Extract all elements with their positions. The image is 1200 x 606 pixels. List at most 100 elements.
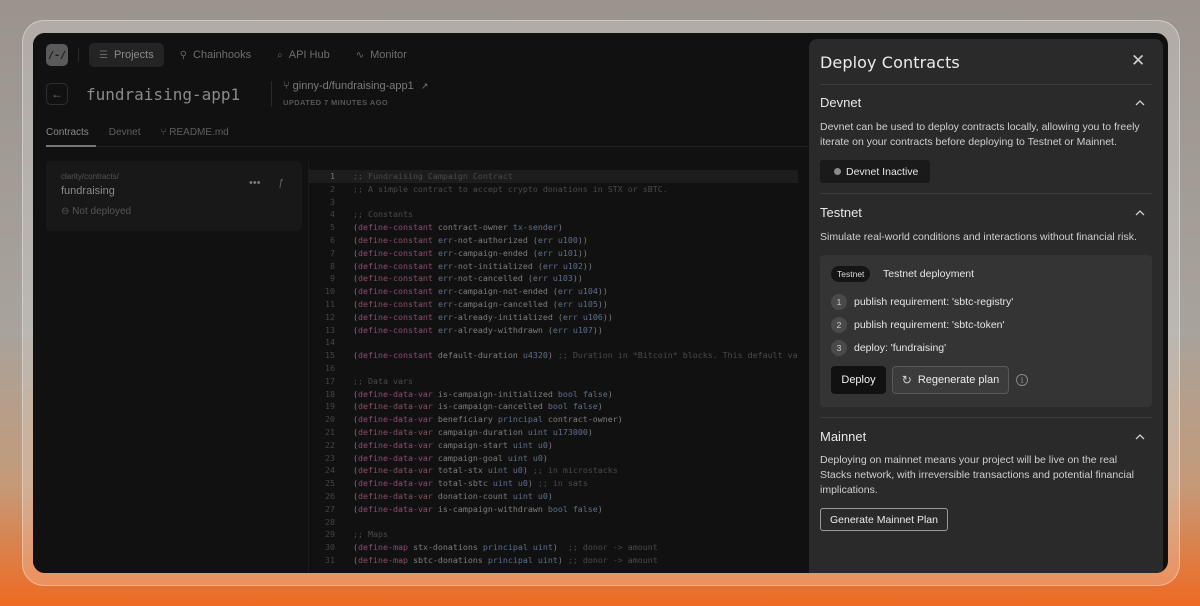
step-number: 2 bbox=[831, 317, 847, 333]
function-icon[interactable]: ƒ bbox=[278, 178, 284, 189]
generate-mainnet-plan-button[interactable]: Generate Mainnet Plan bbox=[820, 508, 948, 531]
line-content: (define-constant err-not-cancelled (err … bbox=[353, 273, 583, 284]
deploy-button[interactable]: Deploy bbox=[831, 366, 886, 394]
line-number: 26 bbox=[325, 490, 335, 501]
line-number: 30 bbox=[325, 542, 335, 553]
mainnet-description: Deploying on mainnet means your project … bbox=[820, 454, 1134, 496]
devnet-description: Devnet can be used to deploy contracts l… bbox=[820, 121, 1140, 148]
tabs-divider bbox=[46, 146, 809, 147]
code-line: 17 ;; Data vars bbox=[309, 375, 798, 388]
line-number: 4 bbox=[330, 209, 335, 220]
nav-projects[interactable]: ☰ Projects bbox=[89, 43, 164, 67]
chevron-up-icon[interactable] bbox=[1135, 432, 1145, 442]
line-number: 16 bbox=[325, 362, 335, 373]
line-number: 24 bbox=[325, 465, 335, 476]
line-number: 15 bbox=[325, 350, 335, 361]
code-line: 21 (define-data-var campaign-duration uin… bbox=[309, 426, 798, 439]
code-line: 15 (define-constant default-duration u432… bbox=[309, 349, 798, 362]
line-number: 19 bbox=[325, 401, 335, 412]
step-number: 3 bbox=[831, 340, 847, 356]
nav-monitor[interactable]: ∿ Monitor bbox=[346, 43, 417, 67]
line-content: ;; Fundraising Campaign Contract bbox=[353, 171, 513, 181]
project-view: /-/ ☰ Projects ⚲ Chainhooks ⌕ API Hub ∿ … bbox=[33, 33, 809, 573]
chevron-up-icon[interactable] bbox=[1135, 208, 1145, 218]
code-line: 8 (define-constant err-not-initialized (e… bbox=[309, 260, 798, 273]
line-content: (define-constant contract-owner tx-sende… bbox=[353, 222, 563, 233]
line-number: 1 bbox=[330, 171, 335, 181]
code-line: 4 ;; Constants bbox=[309, 208, 798, 221]
pulse-icon: ∿ bbox=[355, 49, 365, 61]
line-number: 17 bbox=[325, 375, 335, 386]
line-number: 6 bbox=[330, 234, 335, 245]
line-content: (define-constant err-already-initialized… bbox=[353, 311, 613, 322]
line-content: (define-data-var campaign-goal uint u0) bbox=[353, 452, 548, 463]
code-line: 31 (define-map sbtc-donations principal u… bbox=[309, 554, 798, 567]
repo-link[interactable]: ⑂ ginny-d/fundraising-app1 ↗ bbox=[283, 80, 428, 92]
line-content: (define-constant err-campaign-ended (err… bbox=[353, 247, 588, 258]
file-name: fundraising bbox=[61, 185, 115, 197]
line-content: ;; Maps bbox=[353, 529, 388, 540]
code-line: 20 (define-data-var beneficiary principal… bbox=[309, 413, 798, 426]
nav-api-hub[interactable]: ⌕ API Hub bbox=[267, 43, 340, 67]
code-line: 12 (define-constant err-already-initializ… bbox=[309, 311, 798, 324]
back-button[interactable]: ← bbox=[46, 83, 68, 105]
code-line: 27 (define-data-var is-campaign-withdrawn… bbox=[309, 503, 798, 516]
code-line: 13 (define-constant err-already-withdrawn… bbox=[309, 324, 798, 337]
top-nav: /-/ ☰ Projects ⚲ Chainhooks ⌕ API Hub ∿ … bbox=[46, 42, 417, 68]
chevron-up-icon[interactable] bbox=[1135, 98, 1145, 108]
tab-contracts[interactable]: Contracts bbox=[46, 127, 89, 138]
line-number: 29 bbox=[325, 529, 335, 540]
plan-step: 2 publish requirement: 'sbtc-token' bbox=[831, 317, 1005, 333]
code-line: 30 (define-map stx-donations principal ui… bbox=[309, 541, 798, 554]
plan-title: Testnet deployment bbox=[883, 268, 975, 280]
code-lines: 1 ;; Fundraising Campaign Contract 2 ;; A s… bbox=[309, 170, 798, 567]
logo-icon[interactable]: /-/ bbox=[46, 44, 68, 66]
line-content: (define-data-var donation-count uint u0) bbox=[353, 490, 553, 501]
line-number: 13 bbox=[325, 324, 335, 335]
search-icon: ⌕ bbox=[277, 49, 283, 61]
testnet-description: Simulate real-world conditions and inter… bbox=[820, 231, 1137, 243]
plan-step: 1 publish requirement: 'sbtc-registry' bbox=[831, 294, 1013, 310]
app-window: /-/ ☰ Projects ⚲ Chainhooks ⌕ API Hub ∿ … bbox=[33, 33, 1168, 573]
code-line: 2 ;; A simple contract to accept crypto d… bbox=[309, 183, 798, 196]
line-number: 12 bbox=[325, 311, 335, 322]
line-content: ;; Constants bbox=[353, 209, 413, 220]
project-title: fundraising-app1 bbox=[86, 84, 241, 104]
code-line: 10 (define-constant err-campaign-not-ende… bbox=[309, 285, 798, 298]
devnet-status-button[interactable]: Devnet Inactive bbox=[820, 160, 931, 183]
contract-file-card[interactable]: clarity/contracts/ fundraising ⊖ Not dep… bbox=[46, 161, 302, 231]
code-line: 23 (define-data-var campaign-goal uint u0… bbox=[309, 452, 798, 465]
tab-devnet[interactable]: Devnet bbox=[109, 127, 141, 138]
repo-name: ginny-d/fundraising-app1 bbox=[292, 80, 414, 92]
line-number: 3 bbox=[330, 196, 335, 207]
panel-title: Deploy Contracts bbox=[820, 53, 960, 72]
line-content: (define-data-var campaign-start uint u0) bbox=[353, 439, 553, 450]
tab-readme[interactable]: ⑂ README.md bbox=[160, 127, 228, 138]
file-path: clarity/contracts/ bbox=[61, 172, 119, 181]
regenerate-plan-button[interactable]: ↻ Regenerate plan bbox=[892, 366, 1009, 394]
status-dot-icon bbox=[834, 168, 841, 175]
divider bbox=[820, 84, 1152, 85]
line-content: (define-map stx-donations principal uint… bbox=[353, 542, 658, 553]
line-number: 22 bbox=[325, 439, 335, 450]
nav-chainhooks[interactable]: ⚲ Chainhooks bbox=[170, 43, 261, 67]
line-content: (define-constant err-not-initialized (er… bbox=[353, 260, 593, 271]
line-number: 23 bbox=[325, 452, 335, 463]
line-number: 21 bbox=[325, 426, 335, 437]
close-icon[interactable]: ✕ bbox=[1131, 52, 1145, 70]
code-line: 26 (define-data-var donation-count uint u… bbox=[309, 490, 798, 503]
deploy-status-label: Not deployed bbox=[72, 206, 132, 217]
line-number: 27 bbox=[325, 503, 335, 514]
code-line: 7 (define-constant err-campaign-ended (er… bbox=[309, 247, 798, 260]
line-number: 14 bbox=[325, 337, 335, 348]
nav-projects-label: Projects bbox=[113, 49, 154, 61]
more-options-icon[interactable]: ••• bbox=[249, 177, 261, 189]
line-content: (define-data-var total-stx uint u0) ;; i… bbox=[353, 465, 618, 476]
line-number: 18 bbox=[325, 388, 335, 399]
devnet-status-label: Devnet Inactive bbox=[846, 165, 919, 178]
code-line: 9 (define-constant err-not-cancelled (err… bbox=[309, 272, 798, 285]
info-icon[interactable]: i bbox=[1016, 374, 1028, 386]
testnet-plan-card: Testnet Testnet deployment 1 publish req… bbox=[820, 255, 1152, 407]
code-line: 25 (define-data-var total-sbtc uint u0) ;… bbox=[309, 477, 798, 490]
code-editor[interactable]: 1 ;; Fundraising Campaign Contract 2 ;; A s… bbox=[308, 161, 809, 573]
